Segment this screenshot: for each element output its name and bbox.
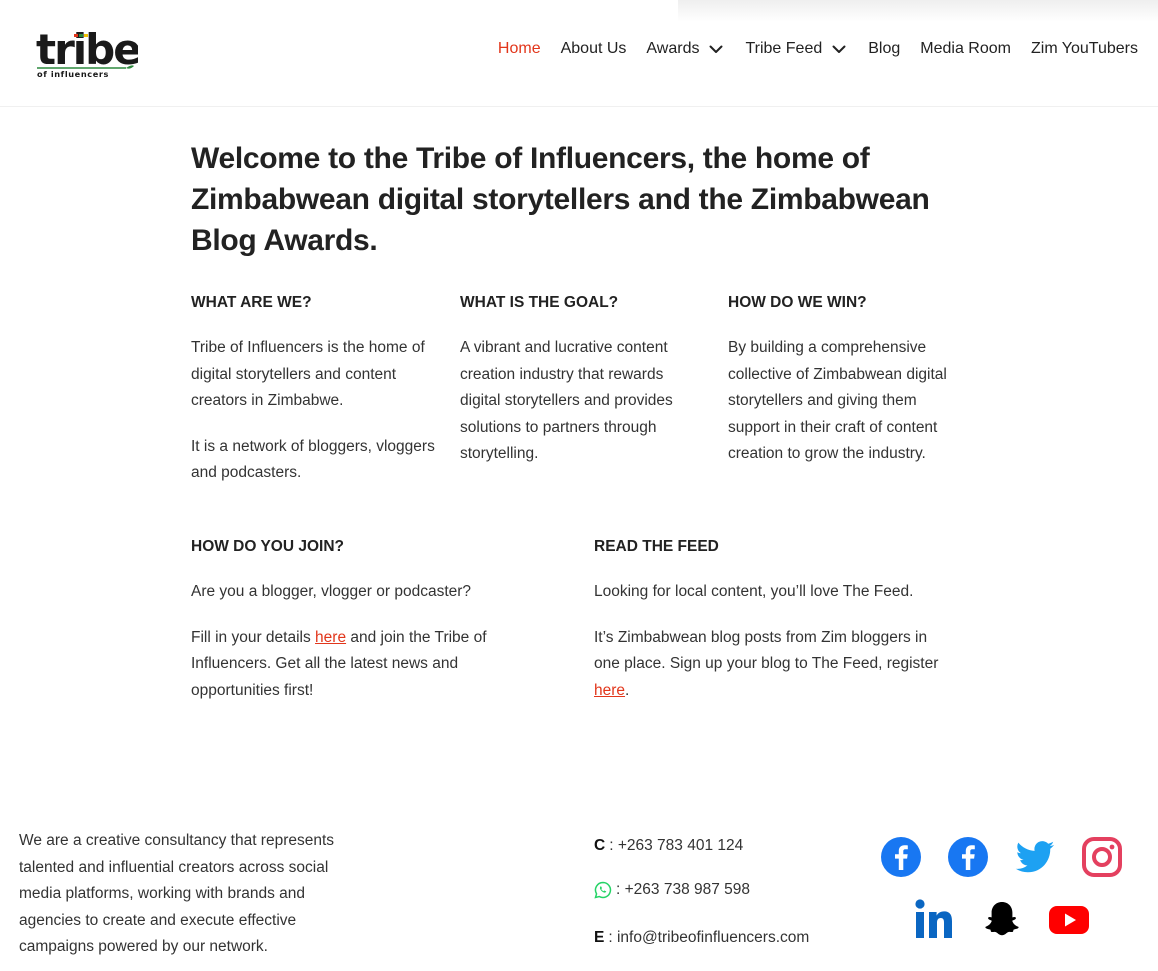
linkedin-icon[interactable] xyxy=(914,898,956,940)
section-paragraph: Fill in your details here and join the T… xyxy=(191,625,521,705)
nav-blog-label: Blog xyxy=(868,40,901,57)
logo-wordmark: tribe xyxy=(36,26,138,74)
what-are-we-section: WHAT ARE WE? Tribe of Influencers is the… xyxy=(191,291,441,506)
instagram-icon[interactable] xyxy=(1081,836,1123,878)
read-the-feed-section: READ THE FEED Looking for local content,… xyxy=(594,535,954,723)
nav-blog[interactable]: Blog xyxy=(868,40,900,58)
contact-email-label: E xyxy=(594,929,605,946)
main-nav: Home About Us Awards Tribe Feed Blog Med… xyxy=(478,40,1138,58)
nav-zim-youtubers-label: Zim YouTubers xyxy=(1030,40,1138,57)
text-span: It’s Zimbabwean blog posts from Zim blog… xyxy=(594,628,939,673)
header-shadow xyxy=(678,0,1158,22)
nav-about-label: About Us xyxy=(560,40,627,57)
section-paragraph: A vibrant and lucrative content creation… xyxy=(460,339,673,462)
nav-home[interactable]: Home xyxy=(498,40,541,58)
site-header: tribe of influencers Home About Us Award… xyxy=(0,0,1158,107)
contact-phone-label: C xyxy=(594,837,606,854)
contact-phone: C : +263 783 401 124 xyxy=(594,837,743,855)
section-paragraph: Looking for local content, you’ll love T… xyxy=(594,583,914,600)
text-span: . xyxy=(625,681,630,699)
section-paragraph: Tribe of Influencers is the home of digi… xyxy=(191,339,425,409)
facebook-icon[interactable] xyxy=(947,836,989,878)
tribe-logo[interactable]: tribe of influencers xyxy=(36,25,142,82)
nav-zim-youtubers[interactable]: Zim YouTubers xyxy=(1031,40,1138,58)
goal-section: WHAT IS THE GOAL? A vibrant and lucrativ… xyxy=(460,291,700,487)
nav-tribe-feed-label: Tribe Feed xyxy=(745,40,823,57)
how-do-you-join-section: HOW DO YOU JOIN? Are you a blogger, vlog… xyxy=(191,535,521,723)
snapchat-icon[interactable] xyxy=(981,898,1023,940)
text-span: Fill in your details xyxy=(191,628,316,646)
nav-home-label: Home xyxy=(497,40,541,57)
nav-about-us[interactable]: About Us xyxy=(561,40,627,58)
facebook-icon[interactable] xyxy=(880,836,922,878)
contact-whatsapp-value: : +263 738 987 598 xyxy=(616,881,751,898)
chevron-down-icon xyxy=(707,40,725,58)
contact-email: E : info@tribeofinfluencers.com xyxy=(594,929,809,947)
feed-here-link[interactable]: here xyxy=(594,682,625,699)
whatsapp-icon xyxy=(594,881,612,899)
section-heading: READ THE FEED xyxy=(594,538,719,555)
nav-awards[interactable]: Awards xyxy=(646,40,725,58)
nav-tribe-feed[interactable]: Tribe Feed xyxy=(745,40,848,58)
nav-media-room[interactable]: Media Room xyxy=(920,40,1011,58)
how-do-we-win-section: HOW DO WE WIN? By building a comprehensi… xyxy=(728,291,968,487)
youtube-icon[interactable] xyxy=(1048,898,1090,940)
nav-awards-label: Awards xyxy=(646,40,700,57)
tribe-logo-graphic: tribe of influencers xyxy=(36,25,142,79)
section-paragraph: It is a network of bloggers, vloggers an… xyxy=(191,437,435,482)
contact-email-value[interactable]: : info@tribeofinfluencers.com xyxy=(608,929,809,947)
footer-about: We are a creative consultancy that repre… xyxy=(19,832,335,955)
twitter-icon[interactable] xyxy=(1014,836,1056,878)
section-paragraph: It’s Zimbabwean blog posts from Zim blog… xyxy=(594,625,954,705)
section-heading: HOW DO WE WIN? xyxy=(728,294,867,311)
join-here-link[interactable]: here xyxy=(315,629,346,646)
nav-media-room-label: Media Room xyxy=(920,40,1011,57)
page-title: Welcome to the Tribe of Influencers, the… xyxy=(191,142,930,257)
section-heading: WHAT ARE WE? xyxy=(191,294,312,311)
logo-subtext: of influencers xyxy=(37,69,109,79)
section-paragraph: Are you a blogger, vlogger or podcaster? xyxy=(191,583,472,600)
chevron-down-icon xyxy=(830,40,848,58)
contact-phone-value: : +263 783 401 124 xyxy=(609,837,744,854)
section-paragraph: By building a comprehensive collective o… xyxy=(728,339,947,462)
contact-whatsapp: : +263 738 987 598 xyxy=(594,881,750,899)
section-heading: HOW DO YOU JOIN? xyxy=(191,538,345,555)
section-heading: WHAT IS THE GOAL? xyxy=(460,294,619,311)
